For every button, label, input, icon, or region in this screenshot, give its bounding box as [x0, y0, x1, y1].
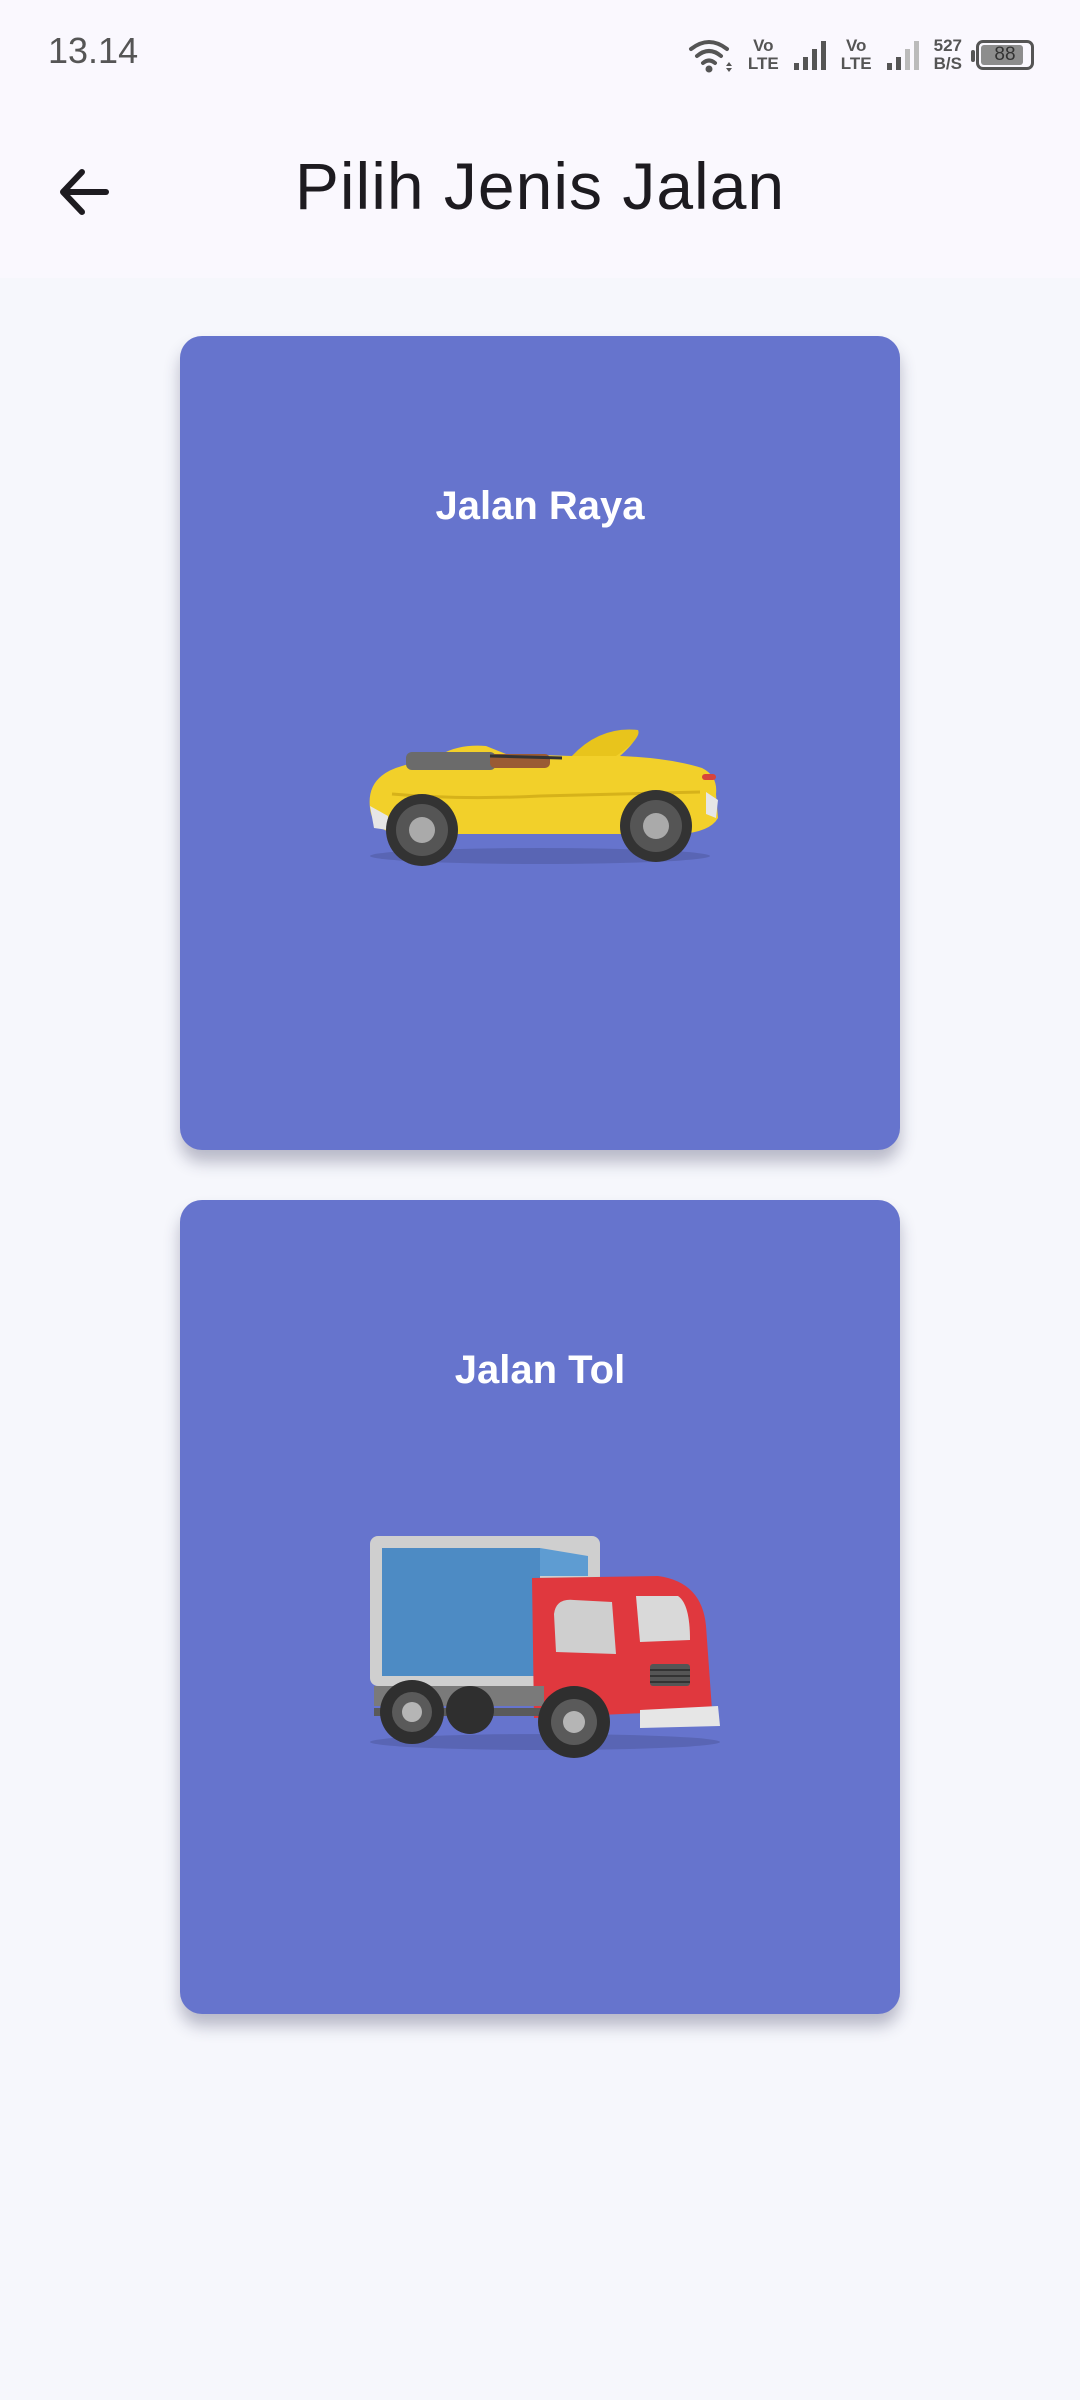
battery-icon: 88: [971, 40, 1034, 70]
volte-indicator-1: Vo LTE: [747, 36, 779, 73]
card-label: Jalan Raya: [435, 484, 645, 528]
card-label: Jalan Tol: [454, 1348, 626, 1392]
page-title: Pilih Jenis Jalan: [294, 149, 786, 223]
status-icons: Vo LTE Vo LTE 527 B/S 88: [688, 30, 1034, 80]
status-bar: 13.14 Vo LTE Vo LTE 527 B/S 88: [0, 0, 1080, 110]
convertible-car-image: [369, 729, 718, 866]
network-speed: 527 B/S: [933, 36, 962, 73]
wifi-icon: [688, 36, 734, 74]
battery-level: 88: [994, 44, 1016, 65]
signal-icon-2: [886, 39, 920, 71]
status-time: 13.14: [48, 30, 139, 71]
volte-indicator-2: Vo LTE: [840, 36, 872, 73]
signal-icon-1: [793, 39, 827, 71]
road-type-card-jalan-raya[interactable]: Jalan Raya: [180, 336, 900, 1150]
delivery-truck-image: [370, 1536, 720, 1758]
app-bar: Pilih Jenis Jalan: [0, 110, 1080, 278]
road-type-card-jalan-tol[interactable]: Jalan Tol: [180, 1200, 900, 2014]
